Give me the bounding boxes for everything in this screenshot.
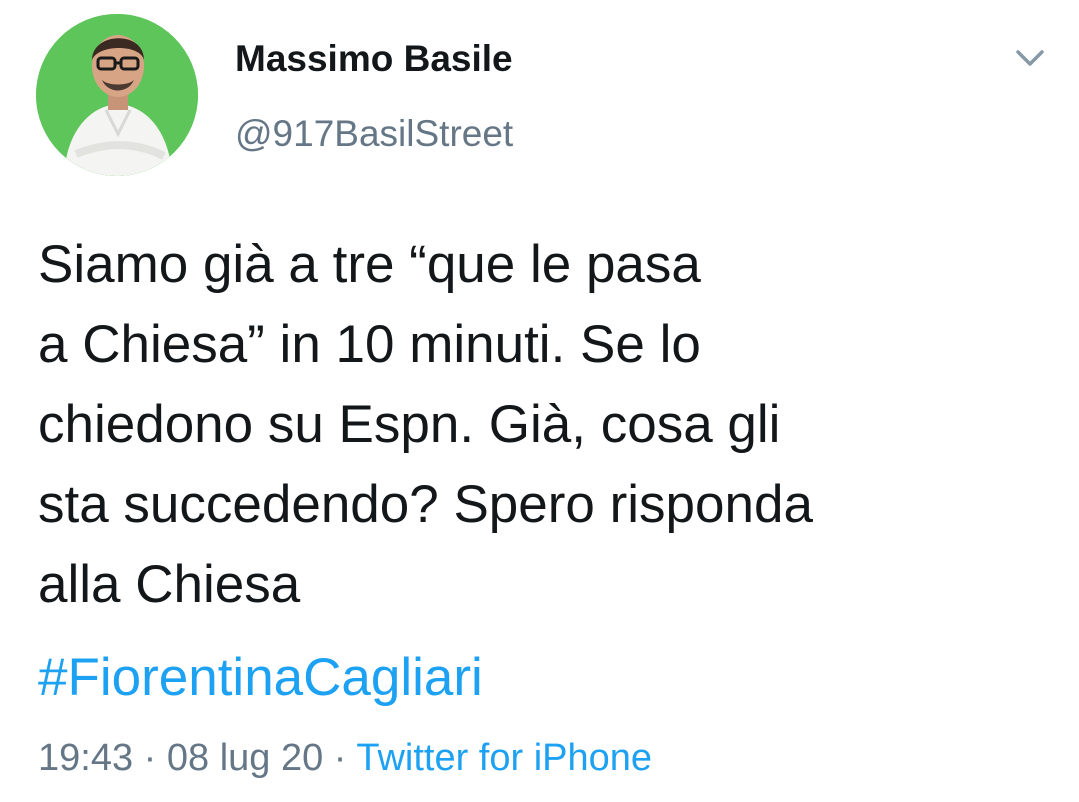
tweet-card: Massimo Basile @917BasilStreet Siamo già… (0, 0, 1079, 802)
meta-separator: · (133, 737, 167, 779)
hashtag-link[interactable]: #FiorentinaCagliari (38, 638, 483, 718)
tweet-text: Siamo già a tre “que le pasa a Chiesa” i… (38, 235, 813, 614)
tweet-meta: 19:43 · 08 lug 20 · Twitter for iPhone (38, 732, 652, 784)
tweet-date[interactable]: 08 lug 20 (167, 737, 323, 779)
meta-separator: · (323, 737, 357, 779)
tweet-time[interactable]: 19:43 (38, 737, 133, 779)
avatar[interactable] (36, 14, 198, 176)
chevron-down-icon[interactable] (1010, 44, 1050, 74)
tweet-source-link[interactable]: Twitter for iPhone (356, 737, 652, 779)
author-name[interactable]: Massimo Basile (235, 38, 513, 80)
author-handle[interactable]: @917BasilStreet (235, 113, 513, 155)
avatar-photo (36, 14, 198, 176)
